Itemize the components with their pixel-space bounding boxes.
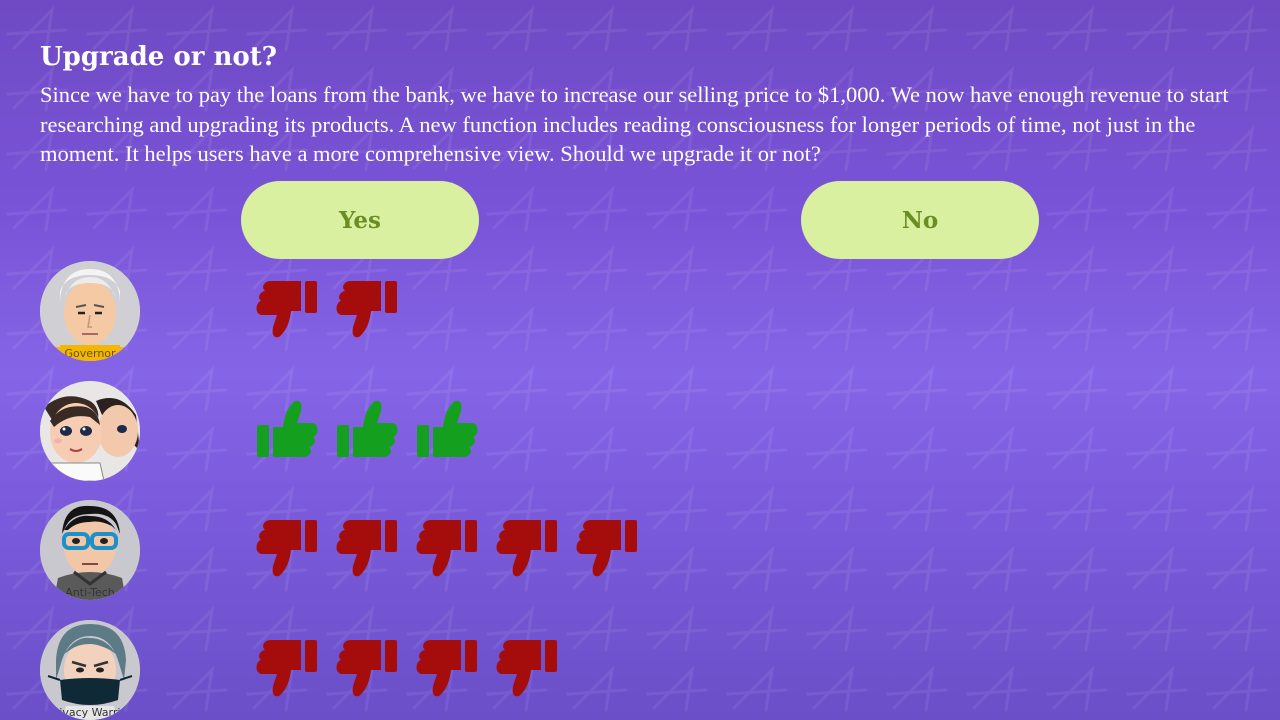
yes-button[interactable]: Yes	[241, 181, 479, 259]
no-button[interactable]: No	[801, 181, 1039, 259]
thumbs-down-icon	[335, 636, 399, 700]
privacy-warrior-votes	[255, 636, 559, 700]
governor-name-label: Governor	[40, 347, 140, 361]
thumbs-down-icon	[335, 516, 399, 580]
privacy-warrior-avatar-icon: Privacy Warrior	[40, 620, 140, 720]
thumbs-down-icon	[495, 636, 559, 700]
governor-avatar-icon: Governor	[40, 261, 140, 361]
governor-votes	[255, 277, 399, 341]
player-row-anti-tech: Anti-Tech	[40, 500, 940, 600]
thumbs-down-icon	[575, 516, 639, 580]
thumbs-down-icon	[255, 516, 319, 580]
player-row-couple	[40, 381, 940, 481]
couple-avatar-icon	[40, 381, 140, 481]
anti-tech-name-label: Anti-Tech	[65, 586, 115, 599]
couple-votes	[255, 397, 479, 461]
thumbs-down-icon	[335, 277, 399, 341]
privacy-warrior-name-label: Privacy Warrior	[48, 706, 132, 719]
player-row-privacy-warrior: Privacy Warrior	[40, 620, 940, 720]
anti-tech-avatar-icon: Anti-Tech	[40, 500, 140, 600]
question-title: Upgrade or not?	[40, 42, 277, 72]
thumbs-up-icon	[255, 397, 319, 461]
player-row-governor: Governor	[40, 261, 940, 361]
thumbs-down-icon	[255, 636, 319, 700]
thumbs-up-icon	[335, 397, 399, 461]
thumbs-up-icon	[415, 397, 479, 461]
thumbs-down-icon	[415, 636, 479, 700]
thumbs-down-icon	[255, 277, 319, 341]
thumbs-down-icon	[495, 516, 559, 580]
thumbs-down-icon	[415, 516, 479, 580]
anti-tech-votes	[255, 516, 639, 580]
question-text: Since we have to pay the loans from the …	[40, 82, 1229, 166]
